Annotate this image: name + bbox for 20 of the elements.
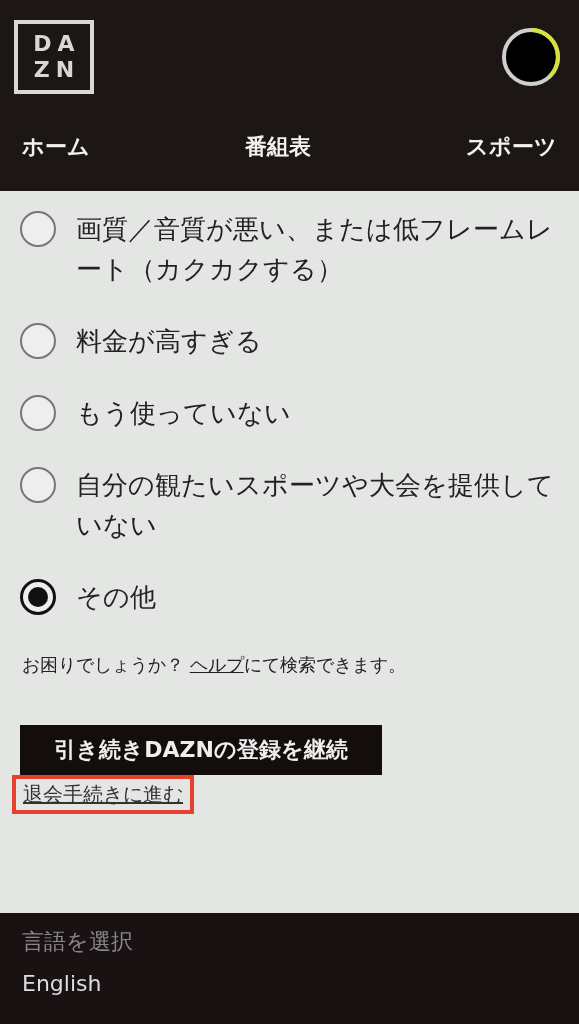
avatar-icon[interactable] <box>501 27 561 87</box>
logo[interactable]: DA ZN <box>14 20 94 94</box>
radio-button[interactable] <box>20 579 56 615</box>
nav-link[interactable]: スポーツ <box>466 132 557 162</box>
option-label: もう使っていない <box>76 397 292 430</box>
help-link[interactable]: ヘルプ <box>189 654 244 675</box>
radio-button[interactable] <box>20 467 56 503</box>
language-link[interactable]: English <box>22 971 557 996</box>
option-label: 自分の観たいスポーツや大会を提供していない <box>76 469 555 542</box>
option-label: 画質／音質が悪い、または低フレームレート（カクカクする） <box>76 213 554 286</box>
help-text: お困りでしょうか？ ヘルプにて検索できます。 <box>22 653 407 677</box>
radio-button[interactable] <box>20 395 56 431</box>
option-label: 料金が高すぎる <box>76 325 263 358</box>
radio-button[interactable] <box>20 323 56 359</box>
footer-heading: 言語を選択 <box>22 928 134 956</box>
nav-link[interactable]: ホーム <box>22 132 90 162</box>
radio-button[interactable] <box>20 211 56 247</box>
option-label: その他 <box>76 581 157 614</box>
nav-link[interactable]: 番組表 <box>245 132 311 162</box>
cancel-link[interactable]: 退会手続きに進む <box>23 782 183 806</box>
